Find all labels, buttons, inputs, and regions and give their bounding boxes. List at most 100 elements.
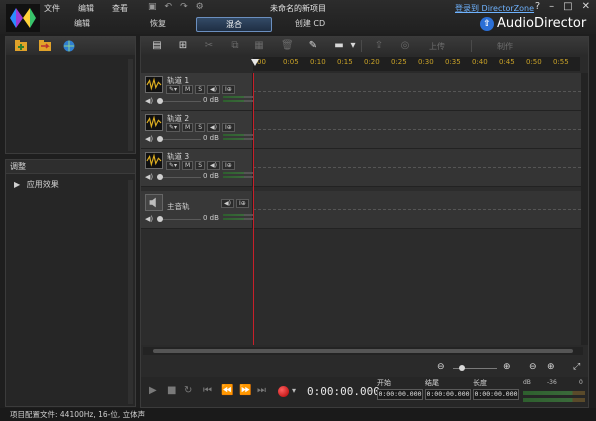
solo-button[interactable]: S xyxy=(195,85,206,94)
export-icon[interactable]: ⇪ xyxy=(373,40,385,52)
zoom-knob[interactable] xyxy=(459,365,465,371)
library-scrollbar[interactable] xyxy=(128,59,133,151)
brand-arrow-icon: ⇧ xyxy=(480,16,494,31)
track-vertical-scrollbar[interactable] xyxy=(581,73,588,345)
volume-knob[interactable] xyxy=(157,216,163,222)
add-track-icon[interactable]: ⊞ xyxy=(177,40,189,52)
record-arm-button[interactable]: I⊕ xyxy=(222,85,235,94)
mute-button[interactable]: M xyxy=(182,161,194,170)
save-icon[interactable]: ▣ xyxy=(148,2,157,12)
mute-button[interactable]: M xyxy=(182,123,194,132)
playhead-marker[interactable] xyxy=(251,59,259,66)
record-button[interactable] xyxy=(278,386,289,397)
play-icon[interactable]: ▶ xyxy=(149,385,157,396)
menu-file[interactable]: 文件 xyxy=(44,3,60,14)
track-lane[interactable] xyxy=(253,111,581,148)
import-folder-icon[interactable] xyxy=(14,39,28,52)
globe-download-icon[interactable] xyxy=(62,39,76,52)
tab-edit[interactable]: 编辑 xyxy=(44,17,120,32)
delete-icon[interactable]: 🗑 xyxy=(281,40,294,52)
speaker-toggle-icon[interactable]: ◀) xyxy=(207,161,221,170)
folder-arrow-icon[interactable] xyxy=(38,39,52,52)
go-end-icon[interactable]: ⏭ xyxy=(257,385,266,396)
track-edit-button[interactable]: ✎▾ xyxy=(166,161,181,170)
loop-icon[interactable]: ↻ xyxy=(184,385,192,396)
track-lane[interactable] xyxy=(253,73,581,110)
volume-slider[interactable] xyxy=(159,219,201,220)
volume-db: 0 dB xyxy=(203,96,219,104)
zoom-out-track-icon[interactable]: ⊖ xyxy=(437,362,445,372)
dropdown-icon[interactable]: ▾ xyxy=(347,40,359,52)
solo-button[interactable]: S xyxy=(195,123,206,132)
zoom-in-time-icon[interactable]: ⊕ xyxy=(547,362,555,372)
track-lane[interactable] xyxy=(253,149,581,186)
upload-button[interactable]: 上传 xyxy=(429,41,445,52)
paste-icon[interactable]: ▦ xyxy=(253,40,265,52)
record-arm-button[interactable]: I⊕ xyxy=(235,199,249,208)
meter-bar-right xyxy=(523,398,585,402)
settings-gear-icon[interactable]: ⚙ xyxy=(196,2,204,12)
timeline-ruler[interactable]: 00 0:05 0:10 0:15 0:20 0:25 0:30 0:35 0:… xyxy=(253,57,580,71)
stamp-icon[interactable]: ▬ xyxy=(333,40,345,52)
record-arm-button[interactable]: I⊕ xyxy=(222,161,235,170)
track-edit-button[interactable]: ✎▾ xyxy=(166,123,181,132)
zoom-controls: ⊖ ⊕ ⊖ ⊕ ⤢ xyxy=(437,362,587,376)
stop-icon[interactable]: ■ xyxy=(167,385,176,396)
pen-icon[interactable]: ✎ xyxy=(307,40,319,52)
minimize-button[interactable]: – xyxy=(549,1,554,12)
help-button[interactable]: ? xyxy=(535,1,540,12)
volume-slider[interactable] xyxy=(159,177,201,178)
volume-knob[interactable] xyxy=(157,174,163,180)
speaker-toggle-icon[interactable]: ◀) xyxy=(207,85,221,94)
speaker-toggle-icon[interactable]: ◀) xyxy=(221,199,234,208)
length-label: 长度 xyxy=(473,379,487,387)
cut-icon[interactable]: ✂ xyxy=(203,40,215,52)
scrollbar-thumb[interactable] xyxy=(153,349,573,353)
fit-view-icon[interactable]: ⤢ xyxy=(573,362,580,372)
start-time-field[interactable]: 0:00:00.000 xyxy=(377,389,423,400)
level-meter xyxy=(223,214,253,222)
timeline-horizontal-scrollbar[interactable] xyxy=(143,347,583,355)
undo-icon[interactable]: ↶ xyxy=(165,2,173,12)
record-arm-button[interactable]: I⊕ xyxy=(222,123,235,132)
track-edit-button[interactable]: ✎▾ xyxy=(166,85,181,94)
produce-button[interactable]: 制作 xyxy=(497,41,513,52)
zoom-out-time-icon[interactable]: ⊖ xyxy=(529,362,537,372)
copy-icon[interactable]: ⧉ xyxy=(229,40,241,52)
end-time-field[interactable]: 0:00:00.000 xyxy=(425,389,471,400)
speaker-toggle-icon[interactable]: ◀) xyxy=(207,123,221,132)
add-file-icon[interactable]: ▤ xyxy=(151,40,163,52)
track-lane[interactable] xyxy=(253,191,581,228)
tab-restore[interactable]: 恢复 xyxy=(120,17,196,32)
volume-slider[interactable] xyxy=(159,139,201,140)
menu-edit[interactable]: 编辑 xyxy=(78,3,94,14)
master-track-name[interactable]: 主音轨 xyxy=(167,201,190,212)
ruler-tick: 0:30 xyxy=(418,58,434,66)
expand-triangle-icon[interactable]: ▶ xyxy=(14,180,20,189)
volume-slider[interactable] xyxy=(159,101,201,102)
solo-button[interactable]: S xyxy=(195,161,206,170)
rewind-icon[interactable]: ⏪ xyxy=(221,385,233,396)
tab-create-cd[interactable]: 创建 CD xyxy=(272,17,348,32)
volume-knob[interactable] xyxy=(157,98,163,104)
ruler-tick: 0:10 xyxy=(310,58,326,66)
fast-forward-icon[interactable]: ⏩ xyxy=(239,385,251,396)
playhead-line[interactable] xyxy=(253,73,254,345)
end-label: 结尾 xyxy=(425,379,439,387)
adjust-scrollbar[interactable] xyxy=(128,180,133,404)
zoom-in-track-icon[interactable]: ⊕ xyxy=(503,362,511,372)
apply-effects-row[interactable]: ▶ 应用效果 xyxy=(6,174,135,190)
mute-button[interactable]: M xyxy=(182,85,194,94)
redo-icon[interactable]: ↷ xyxy=(180,2,188,12)
volume-speaker-icon: ◀) xyxy=(145,173,154,181)
tab-mix[interactable]: 混合 xyxy=(196,17,272,32)
burn-icon[interactable]: ◎ xyxy=(399,40,411,52)
close-button[interactable]: ✕ xyxy=(582,1,590,12)
volume-knob[interactable] xyxy=(157,136,163,142)
maximize-button[interactable]: □ xyxy=(563,1,572,12)
go-start-icon[interactable]: ⏮ xyxy=(203,385,212,396)
record-dropdown-icon[interactable]: ▾ xyxy=(292,386,296,395)
directorzone-login-link[interactable]: 登录到 DirectorZone xyxy=(455,3,534,14)
length-time-field[interactable]: 0:00:00.000 xyxy=(473,389,519,400)
menu-view[interactable]: 查看 xyxy=(112,3,128,14)
